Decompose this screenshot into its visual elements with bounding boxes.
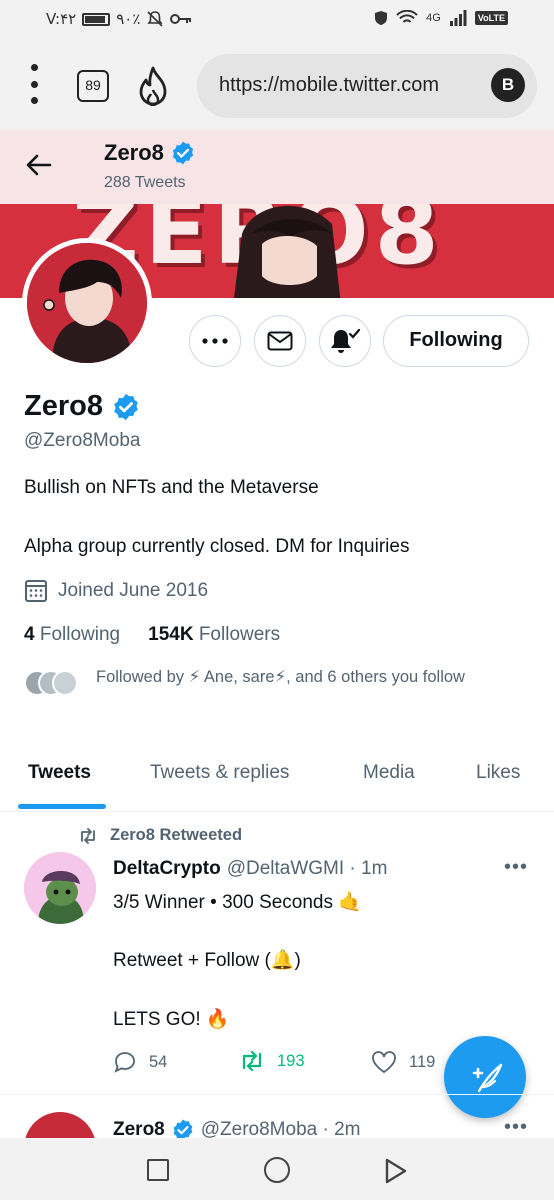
home-button[interactable] xyxy=(264,1157,290,1183)
avatar-illustration xyxy=(27,243,147,363)
profile-avatar[interactable] xyxy=(22,238,152,368)
avatar-illustration xyxy=(24,852,96,924)
retweeted-by-text: Zero8 Retweeted xyxy=(110,826,243,844)
key-icon xyxy=(170,14,192,24)
clock: V:۴۲ xyxy=(46,10,77,28)
status-left: V:۴۲ ۹۰٪ xyxy=(46,10,192,28)
battery-icon xyxy=(82,12,111,26)
tab-switcher-button[interactable]: 89 xyxy=(77,70,109,102)
back-triangle-icon[interactable] xyxy=(384,1158,408,1184)
verified-badge-icon xyxy=(172,141,194,165)
battery-level: ۹۰٪ xyxy=(116,10,141,28)
more-dots-icon xyxy=(202,338,228,344)
retweet-button[interactable]: 193 xyxy=(239,1050,305,1072)
wifi-icon xyxy=(396,10,418,23)
active-tab-indicator xyxy=(18,804,106,809)
envelope-icon xyxy=(267,331,293,351)
tab-likes[interactable]: Likes xyxy=(476,762,520,784)
back-arrow-icon[interactable] xyxy=(24,150,54,180)
banner-character-illustration xyxy=(234,205,341,298)
tab-tweets[interactable]: Tweets xyxy=(28,762,91,784)
tweet-text-line-1: 3/5 Winner • 300 Seconds 🤙 xyxy=(113,892,362,913)
retweet-icon xyxy=(81,827,95,844)
status-right: 4G VoLTE xyxy=(374,10,508,26)
tweet-author-avatar[interactable] xyxy=(24,852,96,924)
more-options-button[interactable] xyxy=(189,315,241,367)
notifications-button[interactable] xyxy=(319,315,371,367)
heart-icon xyxy=(372,1051,396,1074)
volte-badge: VoLTE xyxy=(474,11,508,25)
bell-check-icon xyxy=(331,328,361,353)
following-label: Following xyxy=(39,624,121,645)
profile-header-bar: Zero8 288 Tweets xyxy=(0,130,554,204)
retweeted-by: Zero8 Retweeted xyxy=(78,826,242,845)
shield-icon xyxy=(375,11,388,25)
followers-label: Followers xyxy=(198,624,281,645)
profile-handle: @Zero8Moba xyxy=(24,430,141,451)
joined-text: Joined June 2016 xyxy=(58,580,209,601)
profile-tabs: Tweets Tweets & replies Media Likes xyxy=(0,752,554,812)
next-tweet-more-button[interactable]: ••• xyxy=(504,1116,528,1139)
followers-count-link[interactable]: 154K Followers xyxy=(148,624,280,646)
following-count-link[interactable]: 4 Following xyxy=(24,624,120,646)
flame-icon[interactable] xyxy=(136,66,170,106)
reply-count: 54 xyxy=(149,1052,168,1071)
follow-counts: 4 Following 154K Followers xyxy=(24,624,280,646)
tweet-text-line-2: Retweet + Follow (🔔) xyxy=(113,950,301,971)
retweet-count: 193 xyxy=(277,1051,305,1070)
network-type: 4G xyxy=(426,12,441,24)
joined-date: Joined June 2016 xyxy=(24,579,208,603)
followed-by-avatars xyxy=(24,670,84,696)
tab-media[interactable]: Media xyxy=(363,762,415,784)
followers-count: 154K xyxy=(148,624,194,645)
profile-avatar-button[interactable]: B xyxy=(491,68,525,102)
following-button[interactable]: Following xyxy=(383,315,529,367)
browser-toolbar: 89 https://mobile.twitter.com B xyxy=(0,42,554,130)
url-text: https://mobile.twitter.com xyxy=(219,74,440,96)
signal-icon xyxy=(449,10,467,26)
like-count: 119 xyxy=(409,1052,436,1071)
system-nav-bar xyxy=(0,1138,554,1200)
reply-button[interactable]: 54 xyxy=(113,1050,167,1074)
like-button[interactable]: 119 xyxy=(371,1050,435,1074)
mute-icon xyxy=(147,11,163,27)
reply-icon xyxy=(114,1052,135,1073)
bio-line-1: Bullish on NFTs and the Metaverse xyxy=(24,477,319,498)
tab-tweets-replies[interactable]: Tweets & replies xyxy=(150,762,289,784)
header-title: Zero8 xyxy=(104,140,196,166)
message-button[interactable] xyxy=(254,315,306,367)
recents-button[interactable] xyxy=(147,1159,169,1181)
following-count: 4 xyxy=(24,624,35,645)
tweet-handle-time: @DeltaWGMI · 1m xyxy=(226,858,388,879)
tweet-divider xyxy=(0,1094,554,1095)
verified-badge-icon xyxy=(114,393,138,420)
followed-by-text: Followed by ⚡ Ane, sare⚡, and 6 others y… xyxy=(96,668,465,686)
address-bar[interactable]: https://mobile.twitter.com B xyxy=(197,54,537,118)
header-name: Zero8 xyxy=(104,140,164,165)
tweet-text-line-3: LETS GO! 🔥 xyxy=(113,1009,230,1030)
compose-tweet-button[interactable] xyxy=(444,1036,526,1118)
status-bar: V:۴۲ ۹۰٪ 4G VoLTE xyxy=(0,0,554,42)
retweet-icon xyxy=(242,1050,262,1072)
tweet-more-button[interactable]: ••• xyxy=(504,856,528,879)
profile-name-row: Zero8 xyxy=(24,390,141,423)
bio-line-2: Alpha group currently closed. DM for Inq… xyxy=(24,536,410,557)
compose-feather-icon xyxy=(472,1063,503,1093)
tweet-header: DeltaCrypto @DeltaWGMI · 1m xyxy=(113,858,387,880)
profile-name: Zero8 xyxy=(24,390,103,422)
calendar-icon xyxy=(25,580,47,602)
tweet-author-name[interactable]: DeltaCrypto xyxy=(113,858,221,880)
browser-menu-icon[interactable] xyxy=(28,64,40,104)
header-tweet-count: 288 Tweets xyxy=(104,174,186,191)
